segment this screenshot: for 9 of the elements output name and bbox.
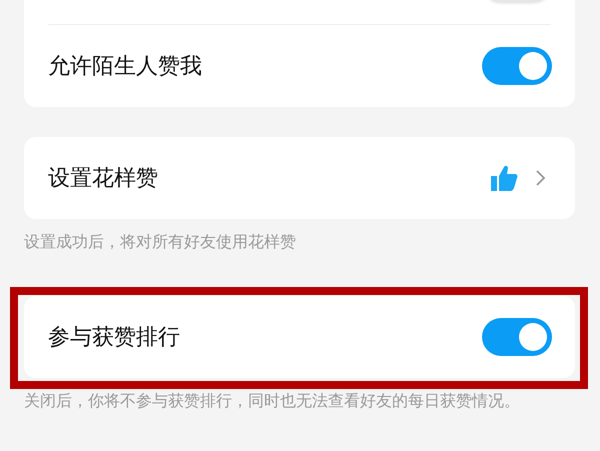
caption-text: 关闭后，你将不参与获赞排行，同时也无法查看好友的每日获赞情况。: [24, 390, 521, 411]
caption-text: 设置成功后，将对所有好友使用花样赞: [24, 231, 297, 252]
toggle-switch[interactable]: [482, 318, 552, 356]
toggle-switch[interactable]: [482, 47, 552, 85]
setting-label: 设置花样赞: [48, 165, 158, 193]
chevron-right-icon[interactable]: [535, 168, 547, 188]
setting-label: 允许陌生人赞我: [48, 53, 202, 81]
thumbs-up-icon: [489, 163, 519, 193]
setting-label: 参与获赞排行: [48, 324, 180, 352]
